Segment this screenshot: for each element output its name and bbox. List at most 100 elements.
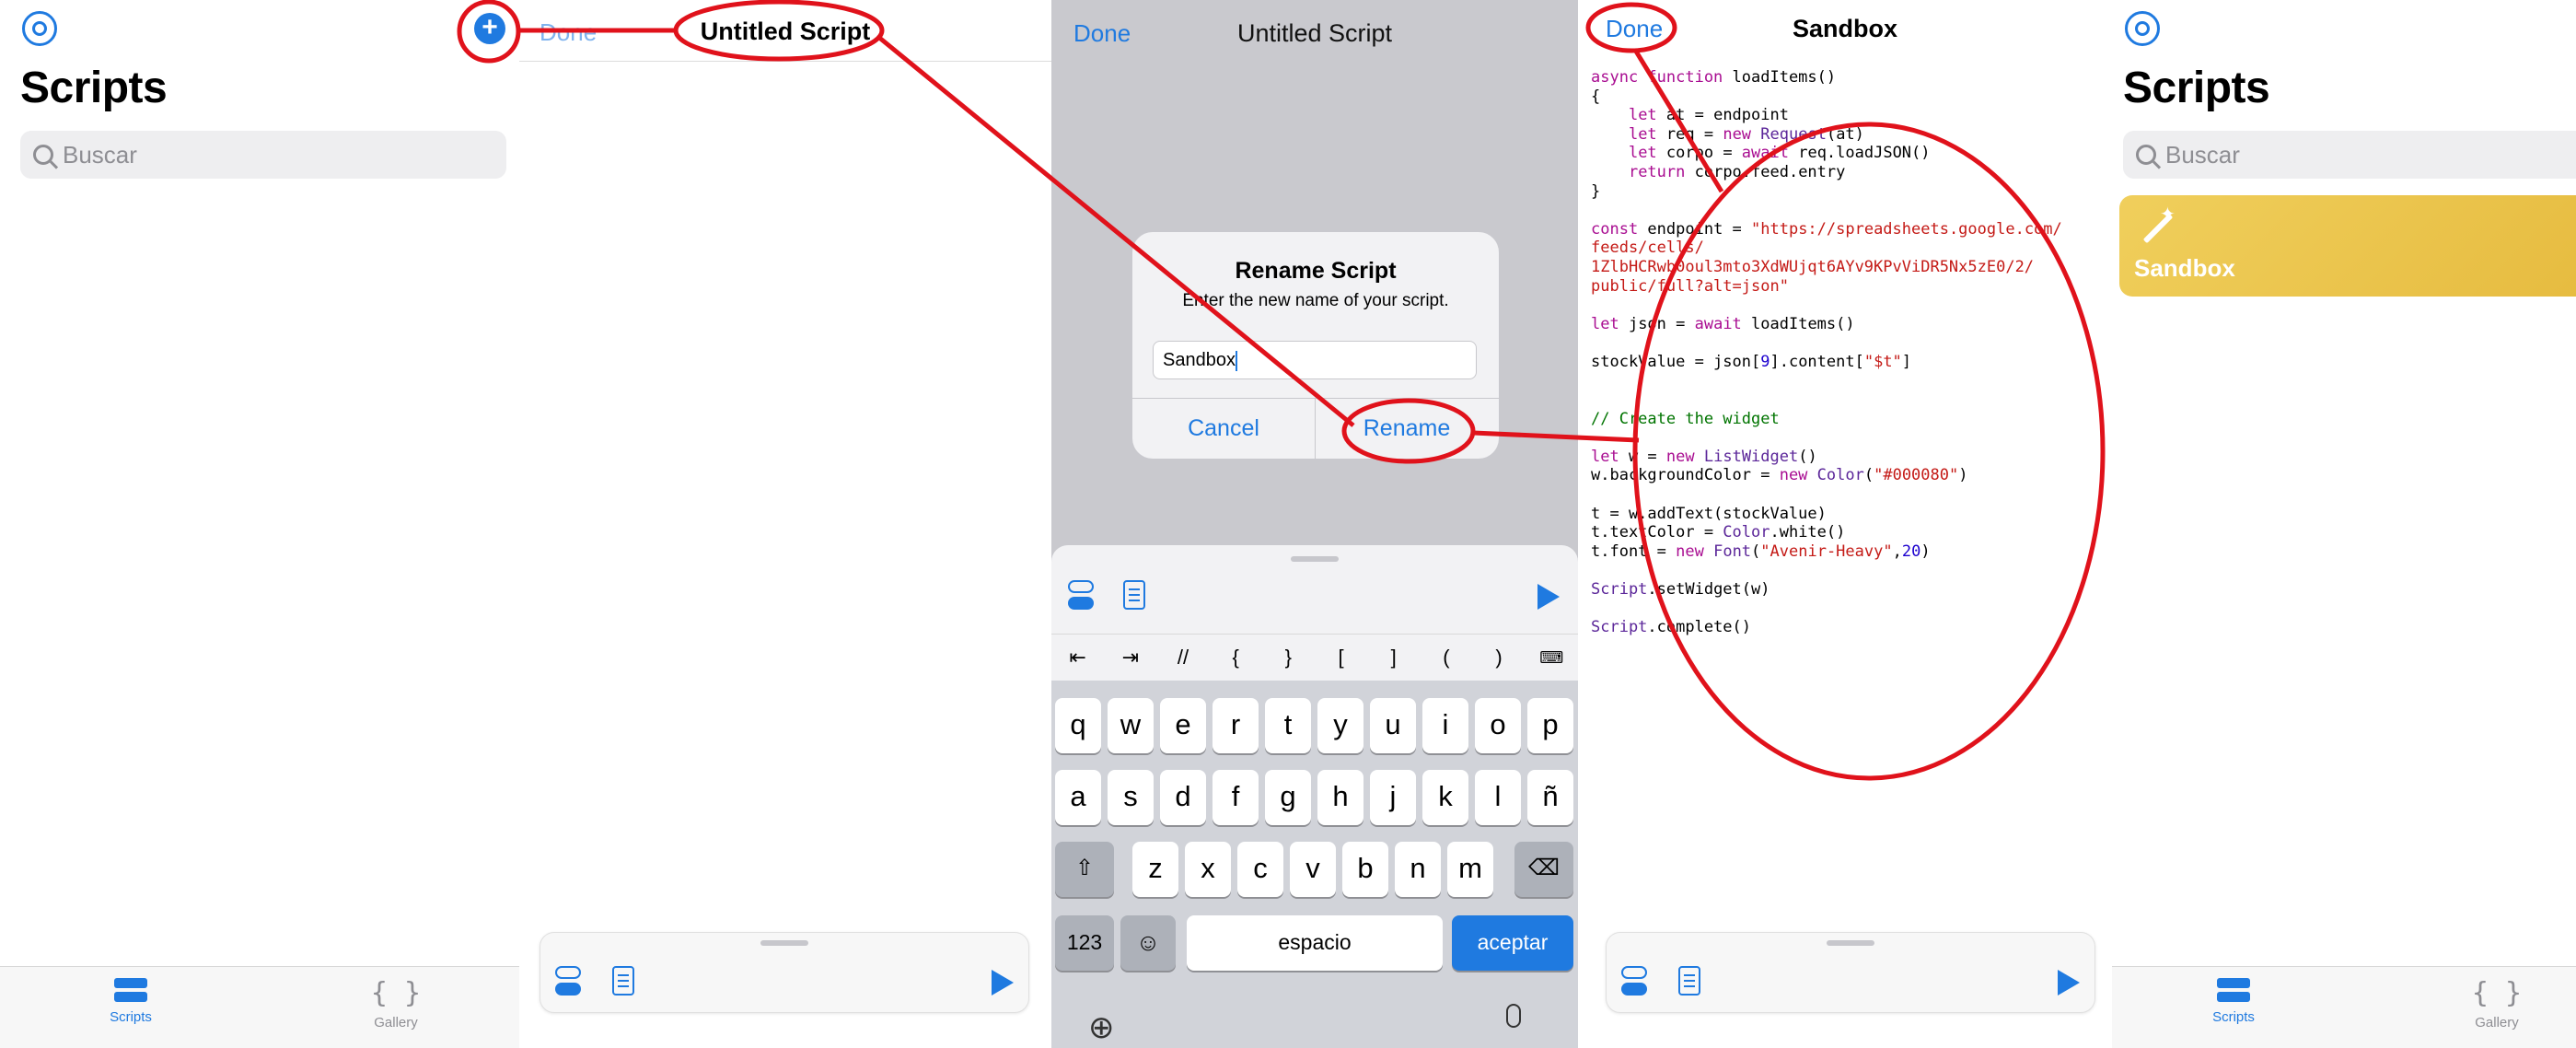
key-a[interactable]: a (1055, 770, 1101, 825)
script-card-sandbox[interactable]: Sandbox (2119, 195, 2576, 297)
wand-icon (2136, 203, 2176, 247)
key-j[interactable]: j (1370, 770, 1416, 825)
tab-scripts-label: Scripts (2212, 1009, 2255, 1025)
symbol-key[interactable]: } (1270, 646, 1306, 670)
key-e[interactable]: e (1160, 698, 1206, 753)
key-z[interactable]: z (1132, 842, 1178, 897)
rename-button[interactable]: Rename (1316, 398, 1498, 459)
key-f[interactable]: f (1213, 770, 1259, 825)
gallery-tab-icon: { } (2471, 977, 2523, 1009)
gear-icon[interactable] (22, 11, 57, 46)
toggles-icon[interactable] (555, 966, 581, 997)
key-x[interactable]: x (1185, 842, 1231, 897)
symbol-key[interactable]: // (1165, 646, 1201, 670)
code-editor[interactable]: async function loadItems() { let at = en… (1591, 68, 2062, 637)
symbol-key[interactable]: ⇥ (1112, 646, 1149, 670)
tab-scripts-label: Scripts (110, 1009, 152, 1025)
plus-icon[interactable]: + (474, 13, 505, 44)
document-icon[interactable] (612, 966, 634, 996)
microphone-icon[interactable] (1506, 1004, 1521, 1028)
tab-gallery[interactable]: { } Gallery (2442, 978, 2552, 1031)
search-input[interactable]: Buscar (20, 131, 506, 179)
key-u[interactable]: u (1370, 698, 1416, 753)
symbol-key[interactable]: { (1217, 646, 1254, 670)
symbol-key[interactable]: ⇤ (1060, 646, 1097, 670)
key-m[interactable]: m (1447, 842, 1493, 897)
symbol-key[interactable]: [ (1323, 646, 1360, 670)
delete-icon[interactable]: ⌫ (1514, 842, 1573, 897)
alert-title: Rename Script (1235, 258, 1397, 284)
page-title: Scripts (2123, 64, 2270, 112)
tab-gallery[interactable]: { } Gallery (341, 978, 451, 1031)
cancel-button[interactable]: Cancel (1132, 398, 1315, 459)
symbol-row: ⇤ ⇥ // { } [ ] ( ) ⌨ (1051, 634, 1578, 681)
editor-toolbar (1051, 545, 1578, 634)
key-p[interactable]: p (1527, 698, 1573, 753)
key-y[interactable]: y (1317, 698, 1363, 753)
alert-message: Enter the new name of your script. (1182, 291, 1449, 310)
tab-scripts[interactable]: Scripts (75, 978, 186, 1025)
symbol-key[interactable]: ] (1375, 646, 1412, 670)
key-q[interactable]: q (1055, 698, 1101, 753)
empty-editor-panel: Done Untitled Script (519, 0, 1051, 1048)
document-icon[interactable] (1123, 580, 1145, 610)
key-c[interactable]: c (1237, 842, 1283, 897)
gear-icon[interactable] (2125, 11, 2160, 46)
document-icon[interactable] (1678, 966, 1700, 996)
shift-icon[interactable]: ⇧ (1055, 842, 1114, 897)
toolbar-grabber[interactable] (1291, 556, 1339, 562)
search-icon (2136, 145, 2156, 165)
page-title: Scripts (20, 64, 168, 112)
key-i[interactable]: i (1422, 698, 1468, 753)
key-h[interactable]: h (1317, 770, 1363, 825)
code-editor-panel: Done Sandbox async function loadItems() … (1578, 0, 2112, 1048)
toolbar-grabber[interactable] (760, 940, 808, 946)
key-o[interactable]: o (1475, 698, 1521, 753)
numbers-key[interactable]: 123 (1055, 915, 1114, 971)
tab-gallery-label: Gallery (2475, 1015, 2519, 1031)
key-g[interactable]: g (1265, 770, 1311, 825)
tab-bar: Scripts { } Gallery (2112, 966, 2576, 1048)
tab-scripts[interactable]: Scripts (2178, 978, 2289, 1025)
toggles-icon[interactable] (1068, 580, 1094, 611)
key-l[interactable]: l (1475, 770, 1521, 825)
play-icon[interactable] (992, 970, 1014, 996)
symbol-key[interactable]: ) (1480, 646, 1517, 670)
keyboard-dismiss-icon[interactable]: ⌨ (1533, 648, 1570, 668)
editor-toolbar (1606, 932, 2095, 1013)
key-w[interactable]: w (1108, 698, 1154, 753)
key-s[interactable]: s (1108, 770, 1154, 825)
script-name-input[interactable]: Sandbox (1153, 341, 1477, 379)
play-icon[interactable] (1537, 584, 1560, 610)
key-v[interactable]: v (1290, 842, 1336, 897)
editor-title[interactable]: Untitled Script (519, 17, 1051, 46)
editor-title[interactable]: Sandbox (1578, 15, 2112, 43)
toggles-icon[interactable] (1621, 966, 1647, 997)
scripts-list-panel: Scripts Buscar Sandbox Scripts { } Galle… (2112, 0, 2576, 1048)
search-icon (33, 145, 53, 165)
rename-alert: Rename Script Enter the new name of your… (1132, 232, 1499, 459)
key-k[interactable]: k (1422, 770, 1468, 825)
play-icon[interactable] (2058, 970, 2080, 996)
symbol-key[interactable]: ( (1428, 646, 1465, 670)
nav-divider (519, 61, 1051, 62)
key-r[interactable]: r (1213, 698, 1259, 753)
search-placeholder: Buscar (2165, 140, 2240, 169)
emoji-icon[interactable]: ☺ (1120, 915, 1176, 971)
gallery-tab-icon: { } (370, 977, 422, 1009)
globe-icon[interactable]: ⊕ (1088, 1009, 1115, 1046)
toolbar-grabber[interactable] (1827, 940, 1874, 946)
return-key[interactable]: aceptar (1452, 915, 1573, 971)
space-key[interactable]: espacio (1187, 915, 1443, 971)
key-d[interactable]: d (1160, 770, 1206, 825)
key-n[interactable]: n (1395, 842, 1441, 897)
script-card-title: Sandbox (2134, 254, 2235, 282)
tab-bar: Scripts { } Gallery (0, 966, 519, 1048)
key-t[interactable]: t (1265, 698, 1311, 753)
script-name-value: Sandbox (1163, 350, 1236, 370)
search-input[interactable]: Buscar (2123, 131, 2576, 179)
rename-panel: Done Untitled Script Rename Script Enter… (1051, 0, 1578, 1048)
editor-toolbar (540, 932, 1029, 1013)
key-b[interactable]: b (1342, 842, 1388, 897)
key-enye[interactable]: ñ (1527, 770, 1573, 825)
